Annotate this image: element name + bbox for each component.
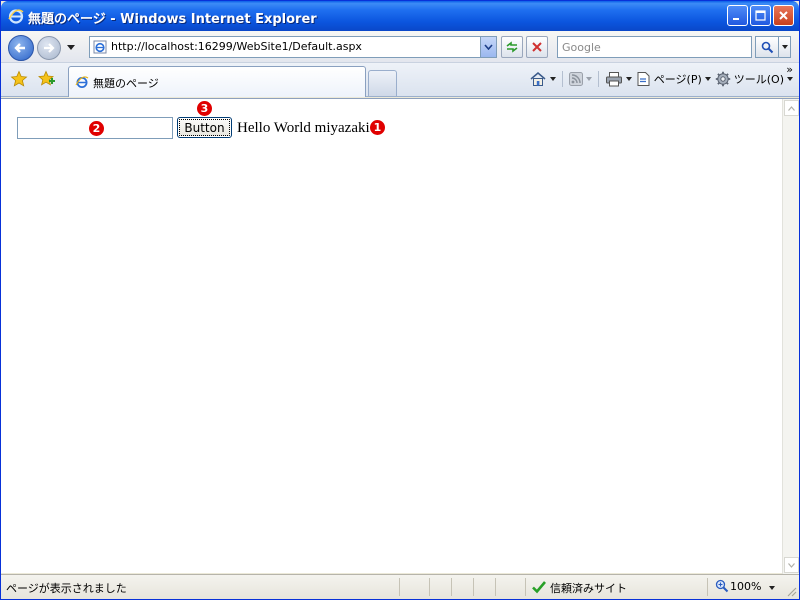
close-button[interactable] [773, 5, 794, 26]
tab-untitled-page[interactable]: 無題のページ [68, 66, 366, 97]
annotation-marker-1: 1 [370, 120, 385, 135]
status-bar: ページが表示されました 信頼済みサイト 100% [1, 574, 799, 599]
chevron-up-icon [788, 105, 795, 111]
stop-icon [532, 42, 542, 52]
window-title: 無題のページ - Windows Internet Explorer [28, 12, 317, 27]
tools-menu-label: ツール(O) [733, 73, 784, 86]
status-divider [399, 578, 400, 596]
search-button[interactable] [755, 36, 779, 58]
close-icon [779, 11, 788, 20]
tab-bar: 無題のページ ページ(P) ツール(O) » [1, 63, 799, 97]
title-bar[interactable]: 無題のページ - Windows Internet Explorer [1, 1, 799, 31]
search-box[interactable]: Google [557, 36, 752, 58]
zoom-level[interactable]: 100% [730, 580, 761, 593]
gear-icon [715, 71, 730, 87]
feeds-button[interactable] [568, 72, 592, 86]
chevron-down-icon[interactable] [704, 77, 711, 81]
new-tab-button[interactable] [368, 70, 397, 96]
add-favorites-icon[interactable] [38, 70, 56, 88]
status-divider [429, 578, 430, 596]
maximize-button[interactable] [750, 5, 771, 26]
maximize-icon [755, 10, 766, 21]
page-menu-button[interactable]: ページ(P) [636, 71, 711, 87]
chevron-down-icon[interactable] [585, 77, 592, 81]
chevron-down-icon[interactable] [769, 586, 775, 590]
status-divider [707, 578, 708, 596]
home-icon [530, 72, 546, 86]
search-icon [761, 41, 773, 53]
ie-logo-icon [8, 9, 24, 24]
printer-icon [605, 72, 622, 87]
separator [597, 71, 599, 87]
stop-button[interactable] [526, 36, 548, 58]
history-dropdown-icon[interactable] [67, 45, 75, 50]
tab-label: 無題のページ [93, 77, 159, 90]
search-options-button[interactable] [779, 36, 791, 58]
page-menu-label: ページ(P) [653, 73, 702, 86]
rss-feed-icon [568, 72, 583, 86]
back-arrow-icon [14, 43, 25, 53]
refresh-icon [506, 41, 518, 53]
chevron-down-icon [781, 45, 788, 49]
chevron-down-icon [788, 562, 795, 568]
scroll-up-button[interactable] [784, 100, 799, 116]
status-divider [473, 578, 474, 596]
chevron-down-icon [484, 44, 493, 50]
annotation-marker-2: 2 [89, 121, 104, 136]
forward-button[interactable] [37, 36, 61, 60]
refresh-button[interactable] [501, 36, 523, 58]
scroll-down-button[interactable] [784, 557, 799, 573]
chevron-down-icon[interactable] [549, 77, 556, 81]
more-commands-chevron-icon[interactable]: » [786, 63, 793, 76]
chevron-down-icon[interactable] [625, 77, 632, 81]
status-divider [451, 578, 452, 596]
ie-window: 無題のページ - Windows Internet Explorer http:… [0, 0, 800, 600]
page-content: Button Hello World miyazaki 1 2 3 [1, 98, 799, 574]
favorites-star-icon[interactable] [10, 70, 28, 88]
minimize-button[interactable] [727, 5, 748, 26]
navigation-bar: http://localhost:16299/WebSite1/Default.… [1, 31, 799, 63]
address-dropdown-button[interactable] [480, 37, 496, 57]
forward-arrow-icon [44, 43, 55, 53]
address-bar[interactable]: http://localhost:16299/WebSite1/Default.… [89, 36, 497, 58]
back-button[interactable] [8, 35, 34, 61]
command-bar: ページ(P) ツール(O) [529, 71, 793, 87]
submit-button[interactable]: Button [177, 117, 232, 138]
security-zone[interactable]: 信頼済みサイト [550, 580, 627, 596]
resize-grip-icon[interactable] [785, 585, 797, 597]
result-label: Hello World miyazaki [237, 120, 370, 136]
print-button[interactable] [605, 71, 632, 87]
separator [561, 71, 563, 87]
status-divider [525, 578, 526, 596]
vertical-scrollbar[interactable] [782, 99, 799, 574]
tools-menu-button[interactable]: ツール(O) [715, 71, 793, 87]
search-input[interactable]: Google [562, 41, 601, 54]
minimize-icon [733, 18, 739, 20]
home-button[interactable] [529, 71, 556, 87]
chevron-down-icon[interactable] [787, 77, 793, 81]
ie-page-icon [75, 76, 89, 88]
checkmark-icon [532, 581, 546, 594]
zoom-icon [715, 579, 729, 593]
address-input[interactable]: http://localhost:16299/WebSite1/Default.… [111, 40, 362, 53]
annotation-marker-3: 3 [197, 101, 212, 116]
status-text: ページが表示されました [6, 582, 127, 595]
page-icon [93, 40, 107, 54]
page-menu-icon [637, 72, 650, 86]
status-divider [495, 578, 496, 596]
